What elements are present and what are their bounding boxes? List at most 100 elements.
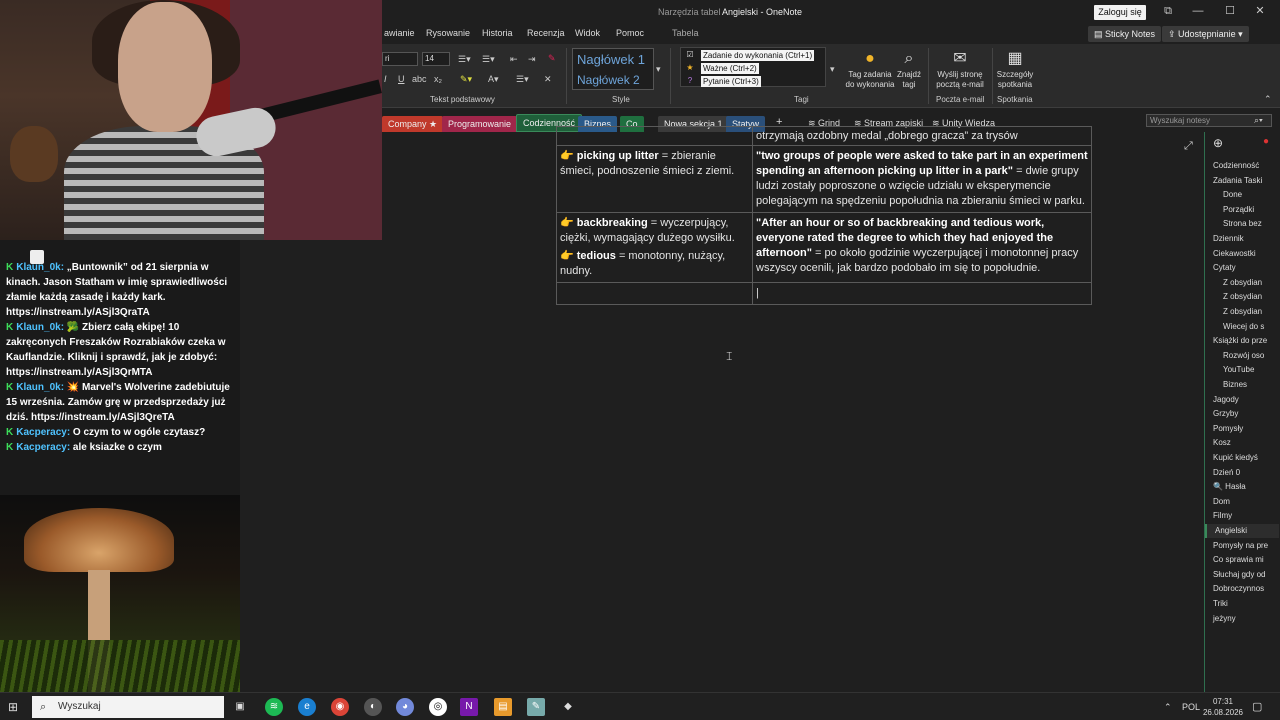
app-icon[interactable]: ▤ — [494, 698, 512, 716]
search-icon[interactable]: ⌕▾ — [1254, 115, 1263, 126]
table-cell[interactable]: | — [752, 282, 1092, 305]
font-size-combo[interactable]: 14 — [422, 52, 450, 66]
notepad-icon[interactable]: ✎ — [527, 698, 545, 716]
find-tags-button[interactable]: ⌕ Znajdź tagi — [894, 48, 924, 90]
sticky-notes-button[interactable]: ▤ Sticky Notes — [1088, 26, 1162, 42]
github-icon[interactable]: ◐ — [364, 698, 382, 716]
page-list-item[interactable]: Z obsydian — [1205, 305, 1279, 319]
maximize-icon[interactable]: ☐ — [1220, 3, 1240, 19]
tags-more-icon[interactable]: ▾ — [830, 64, 835, 75]
share-button[interactable]: ⇪ Udostępnianie ▾ — [1162, 26, 1249, 42]
style-heading1[interactable]: Nagłówek 1 — [577, 52, 645, 67]
table-cell[interactable] — [556, 126, 753, 146]
table-cell[interactable]: 👉 backbreaking = wyczerpujący, ciężki, w… — [556, 212, 753, 283]
page-list-item[interactable]: Słuchaj gdy od — [1205, 568, 1279, 582]
unity-icon[interactable]: ◆ — [559, 698, 577, 716]
tab-review[interactable]: Recenzja — [527, 28, 565, 38]
styles-gallery[interactable]: Nagłówek 1 Nagłówek 2 — [572, 48, 654, 90]
minimize-icon[interactable]: — — [1188, 3, 1208, 19]
edge-icon[interactable]: e — [298, 698, 316, 716]
page-list-item[interactable]: 🔍 Hasła — [1205, 480, 1279, 494]
italic-icon[interactable]: I — [384, 74, 387, 84]
page-list-item[interactable]: Z obsydian — [1205, 290, 1279, 304]
page-canvas[interactable]: ⤢ otrzymają ozdobny medal „dobrego gracz… — [240, 126, 1204, 692]
clear-format-icon[interactable]: ✎ — [548, 53, 556, 64]
strikethrough-icon[interactable]: abc — [412, 74, 427, 84]
page-list-item[interactable]: Cytaty — [1205, 261, 1279, 275]
page-list-item[interactable]: Książki do prze — [1205, 334, 1279, 348]
numbering-icon[interactable]: ☰▾ — [482, 54, 495, 65]
section-tab-company[interactable]: Company ★ — [382, 116, 444, 132]
indent-icon[interactable]: ⇥ — [528, 54, 536, 65]
page-list-item[interactable]: Triki — [1205, 597, 1279, 611]
close-icon[interactable]: ✕ — [1250, 3, 1270, 19]
tag-question[interactable]: ? Pytanie (Ctrl+3) — [683, 76, 823, 88]
page-list-item[interactable]: Z obsydian — [1205, 276, 1279, 290]
underline-icon[interactable]: U — [398, 74, 405, 84]
page-list-item[interactable]: Kosz — [1205, 436, 1279, 450]
meeting-details-button[interactable]: ▦ Szczegóły spotkania — [994, 48, 1036, 90]
spotify-icon[interactable]: ≋ — [265, 698, 283, 716]
collapse-ribbon-icon[interactable]: ⌃ — [1264, 94, 1272, 105]
page-list-item[interactable]: Angielski — [1205, 524, 1279, 538]
table-cell[interactable]: 👉 picking up litter = zbieranie śmieci, … — [556, 145, 753, 213]
styles-more-icon[interactable]: ▾ — [656, 64, 661, 75]
delete-format-icon[interactable]: ✕ — [544, 74, 552, 85]
page-list-item[interactable]: Pomysły — [1205, 422, 1279, 436]
page-list-item[interactable]: Wiecej do s — [1205, 320, 1279, 334]
table-cell[interactable]: otrzymają ozdobny medal „dobrego gracza”… — [752, 126, 1092, 146]
onenote-icon[interactable]: N — [460, 698, 478, 716]
align-icon[interactable]: ☰▾ — [516, 74, 529, 85]
tray-chevron-icon[interactable]: ⌃ — [1164, 702, 1172, 713]
ribbon-display-icon[interactable]: ⧉ — [1158, 3, 1178, 19]
page-list-item[interactable]: jeżyny — [1205, 612, 1279, 626]
page-list-item[interactable]: Dom — [1205, 495, 1279, 509]
tab-help[interactable]: Pomoc — [616, 28, 644, 38]
highlight-icon[interactable]: ✎▾ — [460, 74, 472, 85]
bullets-icon[interactable]: ☰▾ — [458, 54, 471, 65]
table-cell[interactable] — [556, 282, 753, 305]
notifications-icon[interactable]: ▢ — [1252, 700, 1262, 713]
windows-start-icon[interactable]: ⊞ — [8, 700, 18, 714]
tag-todo[interactable]: ☑ Zadanie do wykonania (Ctrl+1) — [683, 50, 823, 62]
page-list-item[interactable]: Ciekawostki — [1205, 247, 1279, 261]
signin-button[interactable]: Zaloguj się — [1094, 5, 1146, 20]
language-indicator[interactable]: POL — [1182, 702, 1200, 712]
clock[interactable]: 07:31 26.08.2026 — [1202, 696, 1244, 718]
obs-icon[interactable]: ◎ — [429, 698, 447, 716]
task-view-icon[interactable]: ▣ — [231, 698, 249, 716]
table-cell[interactable]: "two groups of people were asked to take… — [752, 145, 1092, 213]
tab-table[interactable]: Tabela — [672, 28, 699, 38]
page-list-item[interactable]: Done — [1205, 188, 1279, 202]
page-list-item[interactable]: Codzienność — [1205, 159, 1279, 173]
tab-history[interactable]: Historia — [482, 28, 513, 38]
subscript-icon[interactable]: x₂ — [434, 74, 442, 84]
page-list-item[interactable]: Filmy — [1205, 509, 1279, 523]
page-list-item[interactable]: Biznes — [1205, 378, 1279, 392]
tab-draw[interactable]: Rysowanie — [426, 28, 470, 38]
page-list-item[interactable]: Grzyby — [1205, 407, 1279, 421]
style-heading2[interactable]: Nagłówek 2 — [577, 73, 640, 87]
add-page-icon[interactable]: ⊕ — [1213, 136, 1223, 150]
font-color-icon[interactable]: A▾ — [488, 74, 499, 85]
page-list-item[interactable]: Strona bez — [1205, 217, 1279, 231]
page-list-item[interactable]: Dziennik — [1205, 232, 1279, 246]
page-list-item[interactable]: Kupić kiedyś — [1205, 451, 1279, 465]
page-list-item[interactable]: Zadania Taski — [1205, 174, 1279, 188]
tab-insert[interactable]: awianie — [384, 28, 415, 38]
taskbar-search[interactable]: ⌕ Wyszukaj — [32, 696, 224, 718]
page-list-item[interactable]: Co sprawia mi — [1205, 553, 1279, 567]
tag-important[interactable]: ★ Ważne (Ctrl+2) — [683, 63, 823, 75]
page-list-item[interactable]: Porządki — [1205, 203, 1279, 217]
discord-icon[interactable]: ◕ — [396, 698, 414, 716]
section-tab-programowanie[interactable]: Programowanie — [442, 116, 518, 132]
tags-gallery[interactable]: ☑ Zadanie do wykonania (Ctrl+1) ★ Ważne … — [680, 47, 826, 87]
page-list-item[interactable]: YouTube — [1205, 363, 1279, 377]
tab-view[interactable]: Widok — [575, 28, 600, 38]
outdent-icon[interactable]: ⇤ — [510, 54, 518, 65]
page-list-item[interactable]: Dzień 0 — [1205, 466, 1279, 480]
page-list-item[interactable]: Rozwój oso — [1205, 349, 1279, 363]
page-list-item[interactable]: Pomysły na pre — [1205, 539, 1279, 553]
page-list-item[interactable]: Jagody — [1205, 393, 1279, 407]
todo-tag-button[interactable]: ● Tag zadania do wykonania — [842, 48, 898, 90]
